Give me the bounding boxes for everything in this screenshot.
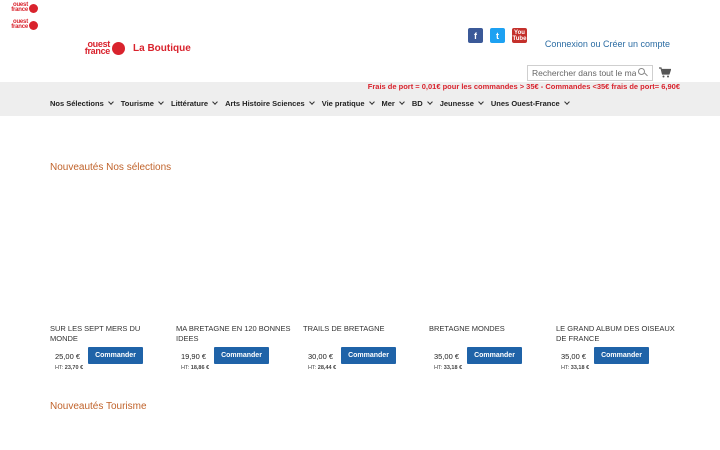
chevron-down-icon: [212, 99, 218, 105]
nav-item-vie-pratique[interactable]: Vie pratique: [322, 99, 375, 108]
main-navigation: Nos Sélections Tourisme Littérature Arts…: [50, 99, 577, 108]
youtube-icon[interactable]: You Tube: [512, 28, 527, 43]
product-card: SUR LES SEPT MERS DU MONDE 25,00 € HT: 2…: [50, 324, 170, 371]
product-card: TRAILS DE BRETAGNE 30,00 € HT: 28,44 € C…: [303, 324, 423, 371]
account-links: Connexion ou Créer un compte: [545, 39, 670, 49]
login-link[interactable]: Connexion: [545, 39, 588, 49]
chevron-down-icon: [308, 99, 315, 105]
chevron-down-icon: [563, 99, 570, 105]
social-links: f t You Tube: [468, 28, 534, 43]
cart-icon[interactable]: [659, 67, 671, 78]
ouest-france-logo-small[interactable]: ouest france: [10, 2, 38, 13]
product-price-ht: HT: 23,70 €: [55, 365, 84, 371]
chevron-down-icon: [399, 99, 405, 105]
product-price-ht: HT: 33,18 €: [434, 365, 463, 371]
product-price-ht: HT: 18,86 €: [181, 365, 210, 371]
product-price: 30,00 €: [308, 352, 334, 361]
nav-item-jeunesse[interactable]: Jeunesse: [440, 99, 484, 108]
product-prices: 30,00 € HT: 28,44 €: [308, 352, 336, 371]
nav-item-tourisme[interactable]: Tourisme: [121, 99, 164, 108]
boutique-logo[interactable]: ouest france La Boutique: [80, 39, 191, 56]
order-button[interactable]: Commander: [467, 347, 522, 364]
search-box: [527, 65, 653, 81]
product-prices: 35,00 € HT: 33,18 €: [561, 352, 589, 371]
product-prices: 35,00 € HT: 33,18 €: [434, 352, 462, 371]
product-price-ht: HT: 33,18 €: [561, 365, 590, 371]
twitter-icon[interactable]: t: [490, 28, 505, 43]
register-link[interactable]: Créer un compte: [603, 39, 670, 49]
search-input[interactable]: [528, 68, 636, 78]
brand-logo-text: ouest france: [84, 39, 111, 56]
product-card: MA BRETAGNE EN 120 BONNES IDEES 19,90 € …: [176, 324, 296, 371]
product-card: BRETAGNE MONDES 35,00 € HT: 33,18 € Comm…: [429, 324, 549, 371]
product-price: 35,00 €: [561, 352, 587, 361]
chevron-down-icon: [107, 99, 114, 105]
chevron-down-icon: [426, 99, 433, 105]
order-button[interactable]: Commander: [214, 347, 269, 364]
order-button[interactable]: Commander: [341, 347, 396, 364]
nav-item-unes-ouest-france[interactable]: Unes Ouest-France: [491, 99, 570, 108]
product-price: 19,90 €: [181, 352, 207, 361]
nav-item-nos-selections[interactable]: Nos Sélections: [50, 99, 114, 108]
shipping-notice: Frais de port = 0,01€ pour les commandes…: [367, 82, 680, 91]
order-button[interactable]: Commander: [594, 347, 649, 364]
product-card: LE GRAND ALBUM DES OISEAUX DE FRANCE 35,…: [556, 324, 676, 371]
nav-item-litterature[interactable]: Littérature: [171, 99, 218, 108]
brand-name: La Boutique: [133, 42, 191, 54]
facebook-icon[interactable]: f: [468, 28, 483, 43]
section-title-tourisme[interactable]: Nouveautés Tourisme: [50, 401, 147, 412]
ouest-france-logo-dot: [29, 3, 38, 13]
ouest-france-logo-dot: [29, 20, 38, 30]
product-prices: 19,90 € HT: 18,86 €: [181, 352, 209, 371]
product-price-ht: HT: 28,44 €: [308, 365, 337, 371]
search-icon[interactable]: [638, 68, 648, 78]
brand-logo-dot: [112, 41, 125, 55]
product-price: 35,00 €: [434, 352, 460, 361]
chevron-down-icon: [478, 99, 484, 105]
nav-item-mer[interactable]: Mer: [382, 99, 405, 108]
order-button[interactable]: Commander: [88, 347, 143, 364]
nav-item-arts-histoire-sciences[interactable]: Arts Histoire Sciences: [225, 99, 315, 108]
product-prices: 25,00 € HT: 23,70 €: [55, 352, 83, 371]
account-separator: ou: [590, 39, 601, 49]
section-title-nos-selections[interactable]: Nouveautés Nos sélections: [50, 162, 171, 173]
ouest-france-logo-small[interactable]: ouest france: [10, 19, 38, 30]
product-price: 25,00 €: [55, 352, 81, 361]
chevron-down-icon: [158, 99, 164, 105]
nav-item-bd[interactable]: BD: [412, 99, 433, 108]
chevron-down-icon: [368, 99, 375, 105]
